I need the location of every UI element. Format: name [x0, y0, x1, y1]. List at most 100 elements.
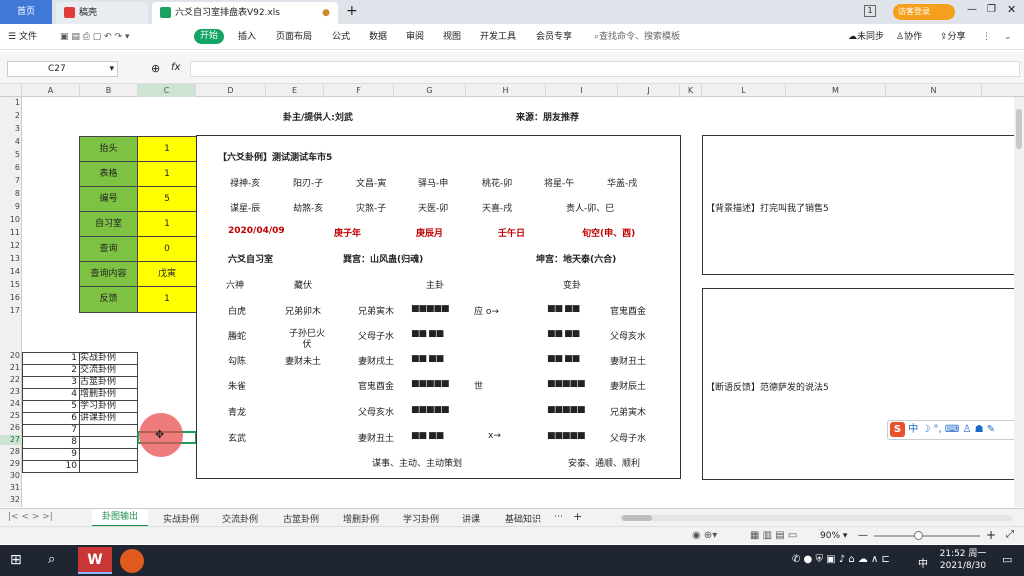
row-header[interactable]: 1	[0, 98, 22, 108]
tab-workbook[interactable]: 六爻自习室排盘表V92.xls ●	[152, 2, 338, 24]
name-box-dropdown-icon[interactable]: ▾	[109, 62, 114, 76]
menu-start[interactable]: 开始	[194, 29, 224, 44]
vertical-scroll-thumb[interactable]	[1016, 109, 1022, 149]
zoom-slider-handle[interactable]	[914, 531, 923, 540]
param-value[interactable]: 0	[137, 236, 197, 262]
horizontal-scroll-thumb[interactable]	[622, 515, 652, 521]
param-value[interactable]: 1	[137, 136, 197, 162]
tab-close-icon[interactable]: ●	[322, 2, 330, 24]
sheet-tab[interactable]: 实战卦例	[163, 512, 199, 525]
menu-file[interactable]: ☰ 文件	[8, 30, 37, 44]
command-search[interactable]: ⌕查找命令、搜索模板	[594, 30, 680, 44]
row-header[interactable]: 24	[0, 399, 22, 409]
zoom-slider[interactable]	[874, 531, 980, 540]
windows-start-icon[interactable]: ⊞	[10, 552, 22, 568]
fullscreen-icon[interactable]: ⤢	[1006, 529, 1014, 540]
row-header[interactable]: 21	[0, 363, 22, 373]
menu-review[interactable]: 审阅	[406, 30, 424, 44]
col-header[interactable]: F	[324, 84, 394, 97]
wps-app-icon[interactable]: W	[78, 547, 112, 574]
maximize-icon[interactable]: ❐	[987, 4, 996, 15]
row-header[interactable]: 11	[0, 228, 22, 238]
row-header[interactable]: 26	[0, 423, 22, 433]
menu-member[interactable]: 会员专享	[536, 30, 572, 44]
menu-page-layout[interactable]: 页面布局	[276, 30, 312, 44]
param-value[interactable]: 戊寅	[137, 261, 197, 287]
guest-login-button[interactable]: 访客登录	[893, 4, 955, 20]
row-header[interactable]: 6	[0, 163, 22, 173]
ime-toolbar[interactable]: S 中 ☽ °, ⌨ ♙ ☗ ✎	[887, 420, 1021, 440]
eye-protect-icon[interactable]: ◉ ⊕▾	[692, 530, 717, 541]
param-value[interactable]: 1	[137, 286, 197, 313]
menu-insert[interactable]: 插入	[238, 30, 256, 44]
sheet-tab[interactable]: 古筮卦例	[283, 512, 319, 525]
row-header[interactable]: 15	[0, 280, 22, 290]
row-header[interactable]: 13	[0, 254, 22, 264]
formula-input[interactable]	[190, 61, 1020, 77]
system-tray-icons[interactable]: ✆ ● ⛨ ▣ ♪ ⌂ ☁ ∧ ⊏	[792, 554, 890, 565]
col-header[interactable]: H	[466, 84, 546, 97]
quick-access-icons[interactable]: ▣ ▤ ⎙ ▢ ↶ ↷ ▾	[60, 30, 129, 44]
col-header[interactable]: E	[266, 84, 324, 97]
media-app-icon[interactable]	[120, 549, 144, 573]
row-header[interactable]: 17	[0, 306, 22, 316]
window-count-badge[interactable]: 1	[864, 5, 876, 17]
tab-home[interactable]: 首页	[0, 0, 52, 24]
param-value[interactable]: 5	[137, 186, 197, 212]
sheet-tab-active[interactable]: 卦图输出	[92, 509, 148, 527]
more-icon[interactable]: ⋮	[982, 30, 991, 44]
minimize-icon[interactable]: —	[967, 4, 977, 15]
sync-status[interactable]: ☁未同步	[848, 30, 884, 44]
param-value[interactable]: 1	[137, 161, 197, 187]
tab-draft[interactable]: 稿壳	[56, 2, 148, 24]
new-tab-icon[interactable]: +	[346, 3, 358, 19]
taskbar-search-icon[interactable]: ⌕	[48, 552, 55, 567]
row-header[interactable]: 32	[0, 495, 22, 505]
clock[interactable]: 21:52 周一 2021/8/30	[934, 548, 992, 572]
sheet-tab[interactable]: 讲课	[462, 512, 480, 525]
row-header[interactable]: 14	[0, 267, 22, 277]
horizontal-scrollbar[interactable]	[620, 515, 1012, 521]
menu-view[interactable]: 视图	[443, 30, 461, 44]
case-name[interactable]	[79, 460, 138, 473]
notification-icon[interactable]: ▭	[1002, 553, 1012, 566]
share-button[interactable]: ⇪分享	[940, 30, 966, 44]
collapse-ribbon-icon[interactable]: ⌄	[1004, 30, 1012, 44]
row-header[interactable]: 7	[0, 176, 22, 186]
row-header[interactable]: 10	[0, 215, 22, 225]
more-sheets-icon[interactable]: ⋯	[554, 512, 563, 522]
sheet-tab[interactable]: 学习卦例	[403, 512, 439, 525]
row-header[interactable]: 29	[0, 459, 22, 469]
ime-indicator[interactable]: 中	[918, 555, 928, 570]
row-header[interactable]: 30	[0, 471, 22, 481]
menu-developer[interactable]: 开发工具	[480, 30, 516, 44]
col-header[interactable]: N	[886, 84, 982, 97]
col-header[interactable]: B	[80, 84, 138, 97]
row-header[interactable]: 2	[0, 111, 22, 121]
col-header[interactable]: K	[680, 84, 702, 97]
sheet-tab[interactable]: 增删卦例	[343, 512, 379, 525]
row-header[interactable]: 31	[0, 483, 22, 493]
close-window-icon[interactable]: ✕	[1007, 3, 1016, 16]
collab-button[interactable]: ♙协作	[896, 30, 922, 44]
col-header[interactable]: J	[618, 84, 680, 97]
sheet-tab[interactable]: 交流卦例	[222, 512, 258, 525]
row-header[interactable]: 16	[0, 293, 22, 303]
zoom-formula-icon[interactable]: ⊕	[151, 62, 160, 75]
zoom-in-icon[interactable]: +	[986, 528, 996, 542]
param-value[interactable]: 1	[137, 211, 197, 237]
col-header-selected[interactable]: C	[138, 84, 196, 97]
col-header[interactable]: A	[22, 84, 80, 97]
vertical-scrollbar[interactable]	[1014, 97, 1024, 507]
sheet-tab[interactable]: 基础知识	[505, 512, 541, 525]
row-header[interactable]: 20	[0, 351, 22, 361]
row-header[interactable]: 23	[0, 387, 22, 397]
zoom-level[interactable]: 90% ▾	[820, 531, 847, 541]
row-header[interactable]: 3	[0, 124, 22, 134]
menu-data[interactable]: 数据	[369, 30, 387, 44]
add-sheet-icon[interactable]: +	[573, 510, 582, 523]
col-header[interactable]: M	[786, 84, 886, 97]
row-header[interactable]: 4	[0, 137, 22, 147]
fx-icon[interactable]: fx	[171, 62, 180, 73]
sheet-nav-icons[interactable]: |< < > >|	[8, 512, 53, 522]
